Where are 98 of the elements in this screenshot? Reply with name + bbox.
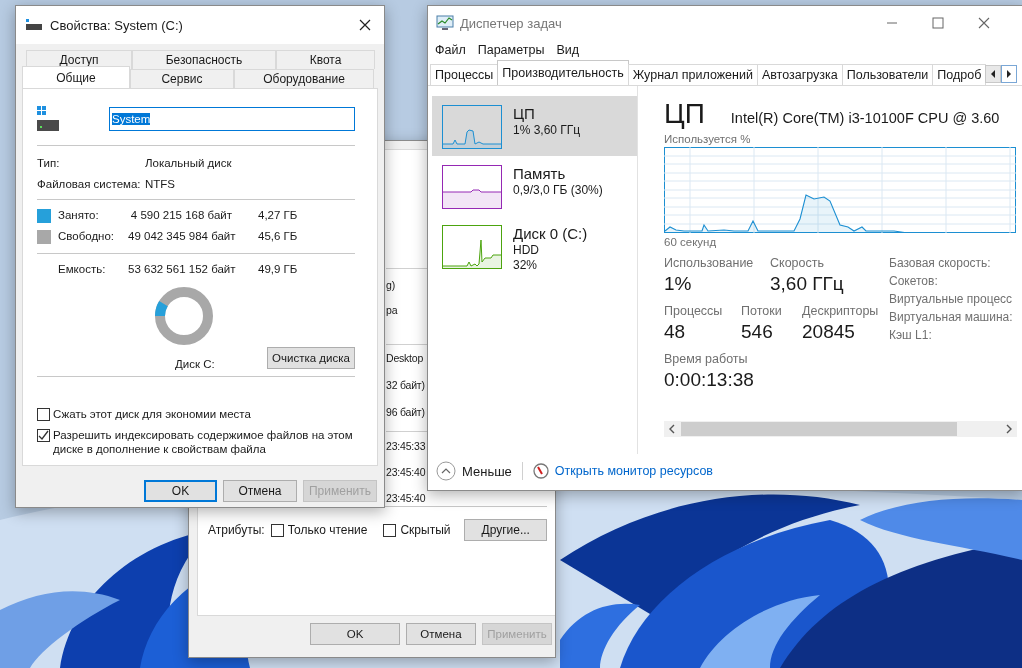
tab[interactable]: Безопасность — [132, 50, 276, 69]
resource-name: Диск 0 (C:) — [513, 225, 588, 243]
maximize-icon[interactable] — [932, 17, 944, 29]
spec-label: Виртуальные процесс — [889, 292, 1013, 307]
text-fragment: Desktop — [386, 351, 424, 366]
tab[interactable]: Подроб — [932, 64, 987, 85]
stat-value: 3,60 ГГц — [770, 273, 844, 295]
spec-label: Базовая скорость: — [889, 256, 992, 271]
checkbox-label[interactable]: Разрешить индексировать содержимое файлов на этом диске в дополнение к свойствам файла — [53, 428, 353, 456]
tab[interactable]: Журнал приложений — [627, 64, 758, 85]
text-fragment: 32 байт) — [386, 378, 425, 393]
stat-value: 48 — [664, 321, 687, 343]
text-fragment: 23:45:33 — [386, 439, 426, 454]
window-title: Диспетчер задач — [460, 15, 562, 31]
field-label: Файловая система: — [37, 177, 142, 192]
attributes-label: Атрибуты: — [208, 523, 265, 537]
menu-item[interactable]: Параметры — [477, 43, 545, 57]
other-button[interactable]: Другие... — [464, 519, 547, 541]
drive-icon — [26, 19, 42, 31]
resource-name: ЦП — [513, 105, 536, 123]
drive-label: Диск C: — [175, 358, 215, 370]
fewer-details-link[interactable]: Меньше — [462, 463, 512, 479]
checkbox-label[interactable]: Скрытый — [400, 523, 451, 537]
stat-value: 546 — [741, 321, 774, 343]
text-fragment: 23:45:40 — [386, 465, 426, 480]
field-label: Емкость: — [58, 262, 107, 277]
caret-icon — [1006, 70, 1013, 78]
text-fragment: 96 байт) — [386, 405, 425, 420]
field-value: 49,9 ГБ — [258, 262, 299, 277]
tab[interactable]: Оборудование — [234, 69, 374, 88]
menu-item[interactable]: Файл — [435, 43, 466, 57]
spec-label: Сокетов: — [889, 274, 939, 289]
section-heading: ЦП — [664, 98, 705, 130]
resource-name: Память — [513, 165, 567, 183]
stat-value: 20845 — [802, 321, 856, 343]
stat-label: Потоки — [741, 304, 783, 318]
close-icon[interactable] — [359, 19, 371, 31]
stat-value: 1% — [664, 273, 693, 295]
resource-value: 32% — [513, 258, 539, 273]
resource-item[interactable]: Диск 0 (C:) HDD 32% — [432, 216, 637, 276]
tab[interactable]: Сервис — [130, 69, 234, 88]
tab[interactable]: Общие — [22, 66, 130, 88]
field-label: Свободно: — [58, 229, 116, 244]
dialog-button[interactable]: Отмена — [406, 623, 476, 645]
disk-usage-donut — [155, 287, 213, 345]
checkbox[interactable] — [270, 523, 284, 537]
cleanup-button[interactable]: Очистка диска — [267, 347, 355, 369]
stat-label: Дескрипторы — [802, 304, 879, 318]
text-fragment: pa — [386, 303, 398, 318]
field-value: 4,27 ГБ — [258, 208, 299, 223]
chart-icon — [436, 15, 454, 31]
text-fragment: 23:45:40 — [386, 491, 426, 506]
field-value: 45,6 ГБ — [258, 229, 299, 244]
tab[interactable]: Автозагрузка — [756, 64, 843, 85]
graph-label: Используется % — [664, 133, 752, 145]
text-fragment: g) — [386, 278, 395, 293]
resource-value: 0,9/3,0 ГБ (30%) — [513, 183, 603, 198]
stat-label: Процессы — [664, 304, 724, 318]
checkbox-label[interactable]: Сжать этот диск для экономии места — [53, 407, 353, 421]
scrollbar-track[interactable] — [664, 421, 1017, 437]
tab[interactable]: Производительность — [497, 60, 629, 85]
dialog-button[interactable]: OK — [310, 623, 400, 645]
time-span-label: 60 секунд — [664, 236, 718, 248]
menu-item[interactable]: Вид — [556, 43, 579, 57]
checkbox[interactable] — [37, 429, 50, 442]
resource-value: HDD — [513, 243, 540, 258]
dialog-button[interactable]: OK — [144, 480, 217, 502]
scrollbar-thumb[interactable] — [681, 422, 957, 436]
scroll-right-button[interactable] — [1001, 65, 1018, 83]
resource-item[interactable]: ЦП 1% 3,60 ГГц — [432, 96, 637, 156]
processor-model: Intel(R) Core(TM) i3-10100F CPU @ 3.60 — [730, 110, 1000, 126]
resource-item[interactable]: Память 0,9/3,0 ГБ (30%) — [432, 156, 637, 216]
field-value: 4 590 215 168 байт — [129, 208, 232, 223]
checkbox-label[interactable]: Только чтение — [287, 523, 368, 537]
tab[interactable]: Квота — [276, 50, 375, 69]
spec-label: Кэш L1: — [889, 328, 933, 343]
dialog-button[interactable]: Отмена — [223, 480, 297, 502]
stat-label: Время работы — [664, 352, 749, 366]
checkbox[interactable] — [37, 408, 50, 421]
field-value: NTFS — [145, 177, 177, 192]
field-label: Тип: — [37, 156, 61, 171]
resource-value: 1% 3,60 ГГц — [513, 123, 581, 138]
spec-label: Виртуальная машина: — [889, 310, 1013, 325]
gauge-icon — [532, 463, 549, 479]
drive-icon — [37, 106, 59, 132]
stat-label: Использование — [664, 256, 755, 270]
name-field[interactable]: System — [109, 107, 355, 131]
window-title: Свойства: System (C:) — [50, 17, 183, 33]
resource-monitor-link[interactable]: Открыть монитор ресурсов — [554, 464, 713, 478]
stat-label: Скорость — [770, 256, 825, 270]
caret-icon — [990, 70, 997, 78]
collapse-icon[interactable] — [436, 461, 456, 481]
tab[interactable]: Процессы — [430, 64, 499, 85]
field-value: Локальный диск — [145, 156, 233, 171]
stat-value: 0:00:13:38 — [664, 369, 755, 391]
checkbox[interactable] — [383, 523, 397, 537]
scroll-left-button[interactable] — [985, 65, 1002, 83]
field-label: Занято: — [58, 208, 100, 223]
